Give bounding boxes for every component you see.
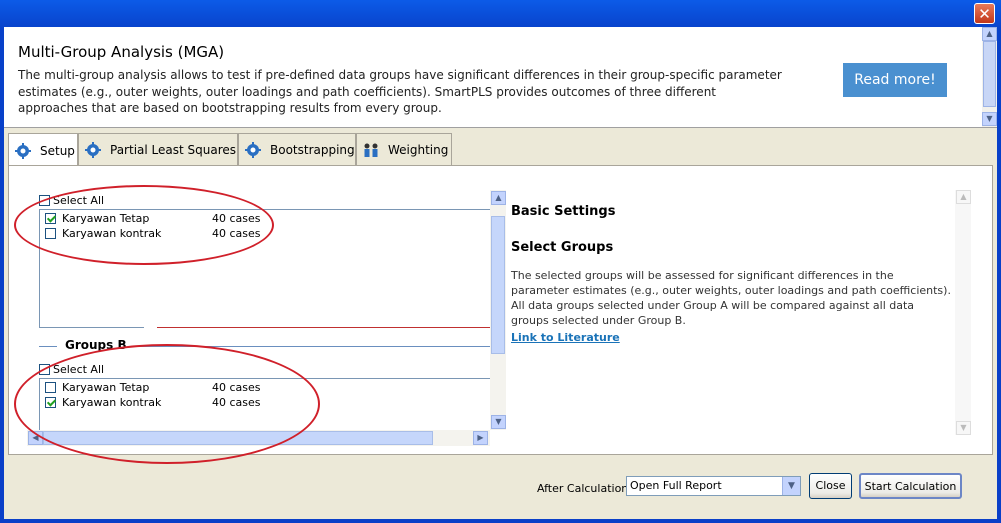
chevron-down-icon[interactable]: ▼ xyxy=(782,477,800,495)
divider xyxy=(157,327,490,328)
group-selection-area: Select All Karyawan Tetap 40 cases Karya… xyxy=(14,185,506,464)
after-calculation-select[interactable]: Open Full Report ▼ xyxy=(626,476,801,496)
vertical-scrollbar[interactable]: ▲ ▼ xyxy=(490,190,506,430)
gear-icon xyxy=(245,142,261,158)
tab-bootstrapping[interactable]: Bootstrapping xyxy=(238,133,356,166)
tab-weighting-label: Weighting xyxy=(388,143,449,157)
title-bar[interactable]: ✕ xyxy=(0,0,1001,27)
divider xyxy=(39,327,144,328)
header-scrollbar[interactable]: ▲ ▼ xyxy=(982,27,997,127)
tab-setup-label: Setup xyxy=(40,143,75,158)
gear-icon xyxy=(85,142,101,158)
scroll-down-button[interactable]: ▼ xyxy=(956,421,971,435)
setup-panel: Select All Karyawan Tetap 40 cases Karya… xyxy=(8,165,993,464)
scroll-up-button[interactable]: ▲ xyxy=(491,191,506,205)
gear-icon xyxy=(15,142,31,159)
basic-settings-heading: Basic Settings xyxy=(511,204,616,219)
after-calculation-label: After Calculation: xyxy=(537,482,632,495)
page-title: Multi-Group Analysis (MGA) xyxy=(18,43,225,61)
mga-dialog-window: ✕ Multi-Group Analysis (MGA) The multi-g… xyxy=(0,0,1001,523)
close-window-button[interactable]: ✕ xyxy=(974,3,995,24)
info-scrollbar[interactable]: ▲ ▼ xyxy=(955,190,971,435)
tab-pls-label: Partial Least Squares xyxy=(110,143,237,157)
tab-partial-least-squares[interactable]: Partial Least Squares xyxy=(78,133,238,166)
info-text: The selected groups will be assessed for… xyxy=(511,269,951,327)
dialog-client-area: Multi-Group Analysis (MGA) The multi-gro… xyxy=(4,27,997,519)
scroll-right-button[interactable]: ▶ xyxy=(473,431,488,445)
info-pane: Basic Settings Select Groups The selecte… xyxy=(509,166,964,446)
close-button[interactable]: Close xyxy=(809,473,852,499)
annotation-oval xyxy=(14,344,320,464)
scroll-thumb[interactable] xyxy=(491,216,505,354)
select-groups-heading: Select Groups xyxy=(511,240,614,255)
read-more-button[interactable]: Read more! xyxy=(843,63,947,97)
scroll-down-button[interactable]: ▼ xyxy=(491,415,506,429)
header-description: The multi-group analysis allows to test … xyxy=(18,68,782,115)
link-to-literature[interactable]: Link to Literature xyxy=(511,331,620,344)
tab-setup[interactable]: Setup xyxy=(8,133,78,167)
scroll-down-button[interactable]: ▼ xyxy=(982,112,997,126)
scroll-up-button[interactable]: ▲ xyxy=(956,190,971,204)
annotation-oval xyxy=(14,185,274,265)
header-panel: Multi-Group Analysis (MGA) The multi-gro… xyxy=(4,27,997,128)
scroll-up-button[interactable]: ▲ xyxy=(982,27,997,41)
scroll-thumb[interactable] xyxy=(983,41,996,107)
divider xyxy=(39,346,57,347)
tab-bootstrapping-label: Bootstrapping xyxy=(270,143,355,157)
tab-weighting[interactable]: Weighting xyxy=(356,133,452,166)
people-icon xyxy=(363,142,379,158)
start-calculation-button[interactable]: Start Calculation xyxy=(859,473,962,499)
select-value: Open Full Report xyxy=(630,479,722,492)
